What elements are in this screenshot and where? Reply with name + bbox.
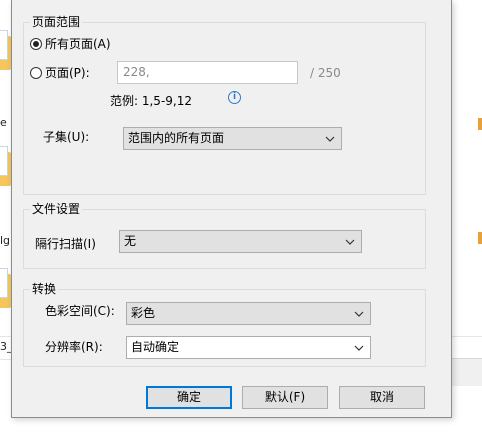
conversion-group: 转换 色彩空间(C): 彩色 分辨率(R): 自动确定 [23,281,426,367]
file-settings-title: 文件设置 [30,201,83,217]
radio-button[interactable] [30,66,42,79]
subset-dropdown[interactable]: 范围内的所有页面 [123,127,342,150]
folder-icon [0,30,11,72]
resolution-label: 分辨率(R): [45,340,103,354]
file-settings-group: 文件设置 隔行扫描(I) 无 [23,201,426,269]
resolution-value: 自动确定 [131,340,180,354]
defaults-button[interactable]: 默认(F) [242,386,328,409]
example-label: 范例: 1,5-9,12 [110,94,192,108]
all-pages-label: 所有页面(A) [45,37,111,51]
color-space-dropdown[interactable]: 彩色 [126,302,371,325]
chevron-down-icon [354,345,364,351]
interlace-label: 隔行扫描(I) [35,237,96,251]
chevron-down-icon [325,136,335,142]
interlace-value: 无 [124,234,137,248]
subset-value: 范围内的所有页面 [128,131,225,145]
background-label: lg [0,234,11,247]
page-range-group: 页面范围 所有页面(A) 页面(P): 228, / 250 范例: 1,5-9… [23,14,426,195]
pages-radio[interactable]: 页面(P): [30,64,90,81]
folder-icon [0,268,11,310]
resolution-dropdown[interactable]: 自动确定 [126,336,371,359]
background-marker [478,118,482,130]
chevron-down-icon [345,239,355,245]
pages-input[interactable]: 228, [117,61,298,84]
background-marker [478,232,482,244]
export-image-dialog: 页面范围 所有页面(A) 页面(P): 228, / 250 范例: 1,5-9… [11,0,452,418]
conversion-title: 转换 [30,281,59,297]
cancel-button[interactable]: 取消 [339,386,425,409]
ok-button[interactable]: 确定 [146,386,232,409]
chevron-down-icon [354,311,364,317]
color-space-value: 彩色 [131,306,156,320]
background-panel [452,358,482,386]
all-pages-radio[interactable]: 所有页面(A) [30,35,111,52]
info-icon[interactable]: i [228,91,241,104]
total-pages-label: / 250 [310,66,341,80]
radio-button-checked[interactable] [30,37,42,50]
pages-label: 页面(P): [45,66,90,80]
subset-label: 子集(U): [43,130,90,144]
page-range-title: 页面范围 [30,14,83,30]
folder-icon [0,146,11,188]
background-label: e [0,116,7,129]
color-space-label: 色彩空间(C): [45,304,115,318]
interlace-dropdown[interactable]: 无 [119,230,362,253]
